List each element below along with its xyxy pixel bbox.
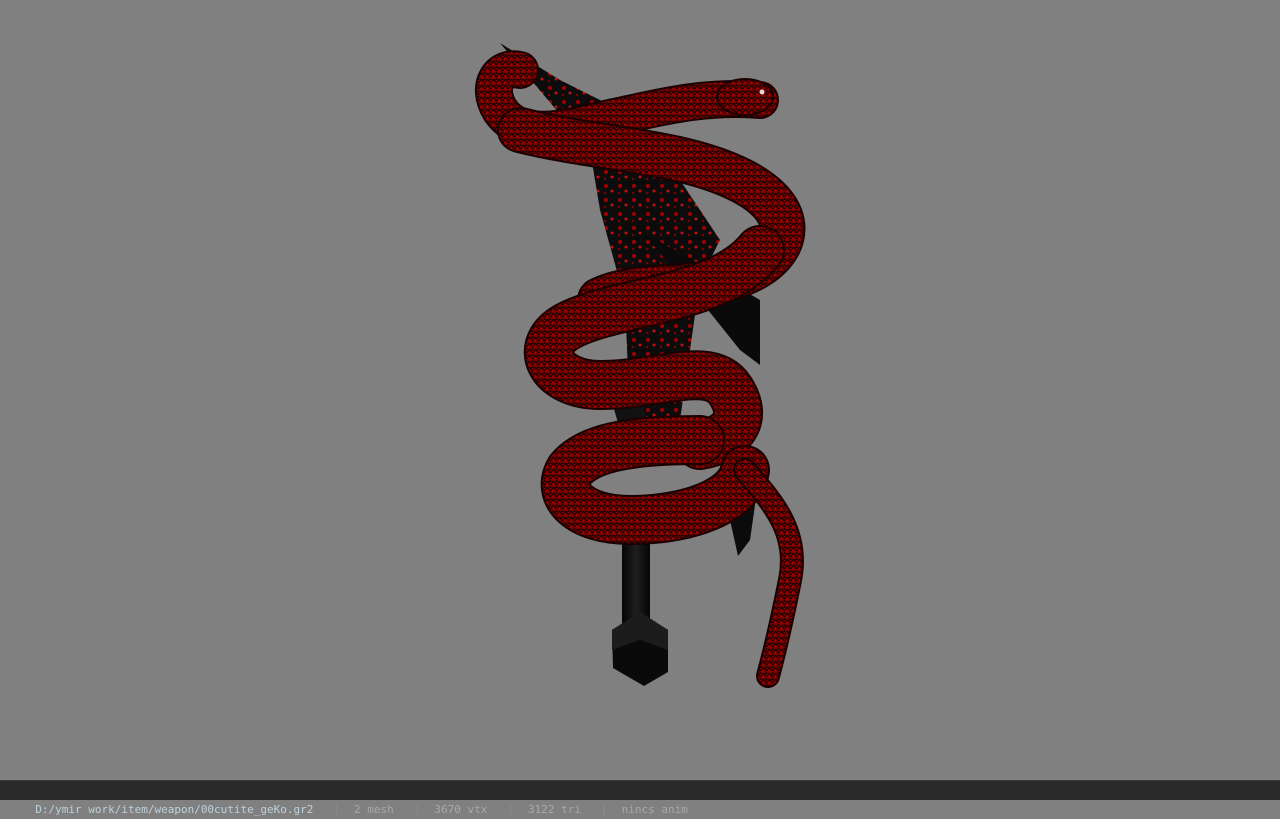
serpent-head: [716, 78, 774, 116]
separator: |: [601, 803, 608, 816]
serpent-dagger-model: [475, 43, 806, 688]
model-viewport[interactable]: [0, 0, 1280, 780]
file-path: D:/ymir work/item/weapon/00cutite_geKo.g…: [35, 803, 314, 816]
animation-status: nincs anim: [621, 803, 688, 816]
triangle-count: 3122 tri: [528, 803, 581, 816]
dagger-handle: [612, 525, 668, 686]
mesh-count: 2 mesh: [354, 803, 394, 816]
separator: |: [333, 803, 341, 816]
vertex-count: 3670 vtx: [434, 803, 488, 816]
separator: |: [507, 803, 515, 816]
status-bar: D:/ymir work/item/weapon/00cutite_geKo.g…: [0, 780, 1280, 816]
separator: |: [413, 803, 421, 816]
